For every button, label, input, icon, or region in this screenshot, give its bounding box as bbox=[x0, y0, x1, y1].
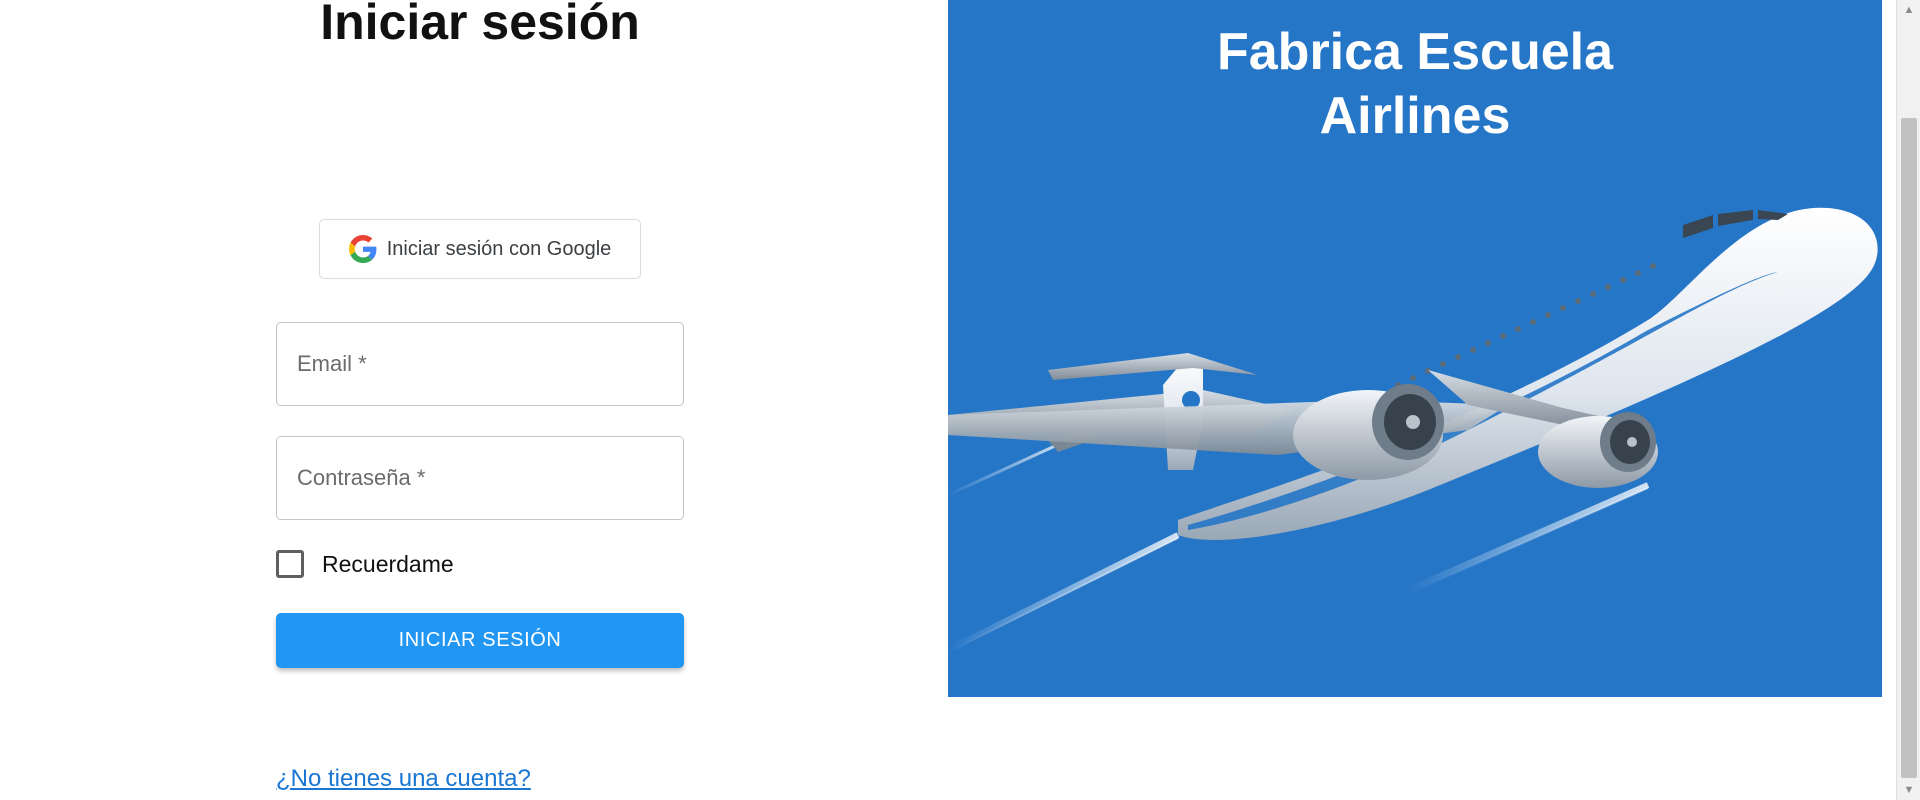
signup-link[interactable]: ¿No tienes una cuenta? bbox=[276, 765, 531, 793]
contrail bbox=[948, 438, 1069, 497]
page-title: Iniciar sesión bbox=[320, 0, 640, 50]
banner-title-line2: Airlines bbox=[1319, 87, 1511, 145]
plane-cockpit-window bbox=[1683, 215, 1713, 238]
contrail bbox=[1409, 487, 1649, 594]
contrail bbox=[948, 532, 1180, 653]
password-input[interactable] bbox=[277, 437, 683, 519]
plane-stabilizer bbox=[1048, 353, 1258, 380]
scroll-up-arrow-icon[interactable]: ▲ bbox=[1897, 0, 1920, 20]
plane-fuselage bbox=[1178, 207, 1878, 540]
remember-checkbox[interactable] bbox=[276, 550, 304, 578]
banner-title-line1: Fabrica Escuela bbox=[1217, 23, 1613, 81]
airline-banner: Fabrica Escuela Airlines bbox=[948, 0, 1882, 697]
email-input[interactable] bbox=[277, 323, 683, 405]
airplane-illustration bbox=[948, 207, 1878, 653]
login-page: Iniciar sesión Iniciar sesión con Google… bbox=[0, 0, 1920, 800]
banner-title: Fabrica Escuela Airlines bbox=[948, 20, 1882, 148]
remember-me[interactable]: Recuerdame bbox=[276, 550, 454, 578]
google-signin-button[interactable]: Iniciar sesión con Google bbox=[319, 219, 641, 279]
contrail bbox=[948, 537, 1179, 653]
google-icon bbox=[348, 235, 377, 263]
page-scrollbar[interactable]: ▲ ▼ bbox=[1896, 0, 1920, 800]
scroll-thumb[interactable] bbox=[1901, 118, 1917, 778]
google-button-label: Iniciar sesión con Google bbox=[386, 237, 612, 260]
scroll-down-arrow-icon[interactable]: ▼ bbox=[1897, 780, 1920, 800]
password-field[interactable] bbox=[276, 436, 684, 520]
contrail bbox=[1406, 482, 1650, 593]
remember-label: Recuerdame bbox=[322, 550, 454, 577]
email-field[interactable] bbox=[276, 322, 684, 406]
login-submit-button[interactable]: INICIAR SESIÓN bbox=[276, 613, 684, 668]
plane-engine-left bbox=[1293, 384, 1444, 480]
